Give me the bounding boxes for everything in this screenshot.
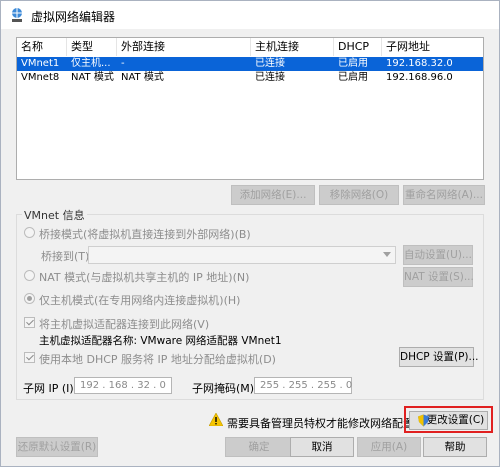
row-name: VMnet1: [21, 58, 60, 69]
help-button[interactable]: 帮助: [423, 437, 487, 457]
row-dhcp: 已启用: [338, 72, 368, 83]
column-header-type[interactable]: 类型: [67, 38, 117, 56]
connect-adapter-label: 将主机虚拟适配器连接到此网络(V): [39, 318, 210, 331]
chevron-down-icon: [383, 252, 391, 257]
row-host: 已连接: [255, 58, 285, 69]
title-bar[interactable]: 虚拟网络编辑器: [1, 1, 499, 29]
subnet-ip-label: 子网 IP (I):: [23, 382, 78, 395]
window-title: 虚拟网络编辑器: [31, 10, 116, 24]
row-subnet: 192.168.96.0: [386, 72, 453, 83]
subnet-ip-field[interactable]: 192 . 168 . 32 . 0: [74, 377, 172, 394]
column-header-name[interactable]: 名称: [17, 38, 67, 56]
row-external: NAT 模式: [121, 72, 164, 83]
column-header-host[interactable]: 主机连接: [251, 38, 334, 56]
subnet-mask-field[interactable]: 255 . 255 . 255 . 0: [254, 377, 352, 394]
restore-defaults-button[interactable]: 还原默认设置(R): [16, 437, 98, 457]
nat-mode-radio[interactable]: [24, 270, 35, 281]
nat-mode-label: NAT 模式(与虚拟机共享主机的 IP 地址)(N): [39, 271, 250, 284]
warning-icon: [209, 413, 223, 426]
host-only-label: 仅主机模式(在专用网络内连接虚拟机)(H): [39, 294, 241, 307]
row-name: VMnet8: [21, 72, 60, 83]
row-type: NAT 模式: [71, 72, 114, 83]
table-row[interactable]: VMnet8 NAT 模式 NAT 模式 已连接 已启用 192.168.96.…: [17, 71, 483, 85]
nat-settings-button[interactable]: NAT 设置(S)...: [403, 267, 474, 287]
bridged-to-label: 桥接到(T):: [41, 250, 94, 263]
network-globe-icon: [12, 8, 22, 22]
host-only-radio[interactable]: [24, 293, 35, 304]
adapter-name-label: 主机虚拟适配器名称: VMware 网络适配器 VMnet1: [39, 335, 282, 347]
admin-warning-text: 需要具备管理员特权才能修改网络配置。: [227, 417, 425, 430]
highlight-box: [404, 406, 493, 433]
remove-network-button[interactable]: 移除网络(O): [319, 185, 399, 205]
row-type: 仅主机...: [71, 58, 111, 69]
row-subnet: 192.168.32.0: [386, 58, 453, 69]
rename-network-button[interactable]: 重命名网络(A)...: [403, 185, 485, 205]
bridged-mode-radio[interactable]: [24, 227, 35, 238]
bridged-to-select[interactable]: [88, 246, 396, 264]
bridged-mode-label: 桥接模式(将虚拟机直接连接到外部网络)(B): [39, 228, 251, 241]
connect-adapter-checkbox[interactable]: [24, 317, 35, 328]
vmnet-info-title: VMnet 信息: [22, 207, 87, 223]
column-header-dhcp[interactable]: DHCP: [334, 38, 382, 56]
table-row[interactable]: VMnet1 仅主机... - 已连接 已启用 192.168.32.0: [17, 57, 483, 71]
ok-button[interactable]: 确定: [225, 437, 293, 457]
dhcp-settings-button[interactable]: DHCP 设置(P)...: [399, 347, 479, 367]
column-header-subnet[interactable]: 子网地址: [382, 38, 483, 56]
auto-settings-button[interactable]: 自动设置(U)...: [403, 245, 473, 265]
use-dhcp-checkbox[interactable]: [24, 352, 35, 363]
add-network-button[interactable]: 添加网络(E)...: [231, 185, 315, 205]
network-list[interactable]: 名称 类型 外部连接 主机连接 DHCP 子网地址 VMnet1 仅主机... …: [16, 37, 484, 180]
cancel-button[interactable]: 取消: [290, 437, 354, 457]
column-header-external[interactable]: 外部连接: [117, 38, 251, 56]
row-host: 已连接: [255, 72, 285, 83]
virtual-network-editor-window: 虚拟网络编辑器 名称 类型 外部连接 主机连接 DHCP 子网地址 VMnet1…: [0, 0, 500, 467]
subnet-mask-label: 子网掩码(M):: [192, 382, 258, 395]
use-dhcp-label: 使用本地 DHCP 服务将 IP 地址分配给虚拟机(D): [39, 353, 276, 366]
row-dhcp: 已启用: [338, 58, 368, 69]
apply-button[interactable]: 应用(A): [357, 437, 421, 457]
row-external: -: [121, 58, 125, 69]
